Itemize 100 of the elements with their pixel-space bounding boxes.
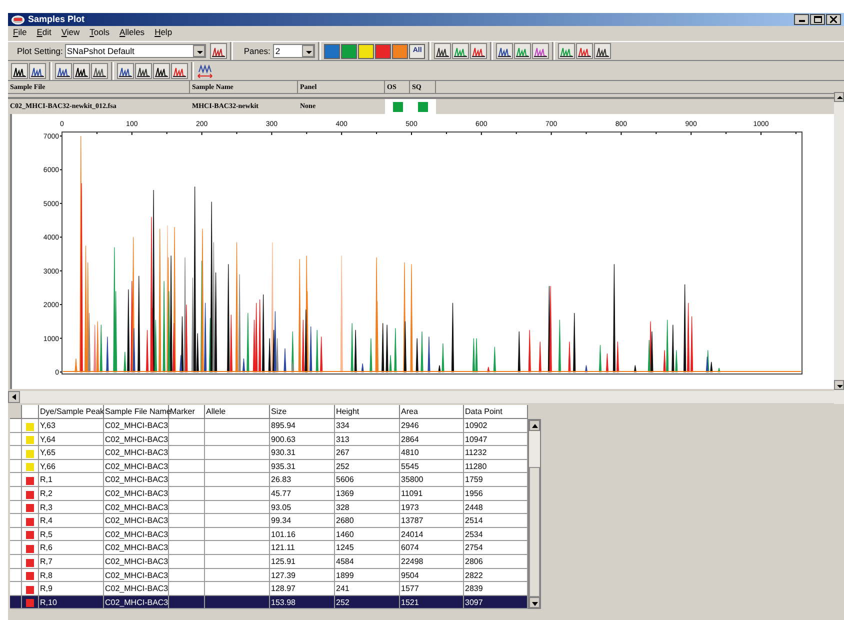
- table-cell: 11280: [465, 462, 487, 471]
- dye-color-button[interactable]: [324, 44, 340, 58]
- table-row[interactable]: R,7 C02_MHCI-BAC3 125.91 4584 22498 2806: [10, 554, 528, 569]
- table-row[interactable]: Y,65 C02_MHCI-BAC3 930.31 267 4810 11232: [10, 446, 528, 460]
- table-cell: R,9: [40, 584, 52, 594]
- table-cell: C02_MHCI-BAC3: [105, 462, 168, 471]
- table-cell: 935.31: [271, 462, 296, 471]
- table-cell: 9504: [401, 570, 419, 580]
- table-cell: C02_MHCI-BAC3: [105, 543, 168, 552]
- table-cell: 334: [336, 421, 350, 430]
- table-cell: 2864: [401, 434, 419, 444]
- table-row[interactable]: R,6 C02_MHCI-BAC3 121.11 1245 6074 2754: [10, 541, 528, 555]
- minimize-button[interactable]: [794, 14, 809, 25]
- menu-item[interactable]: Alleles: [120, 26, 145, 39]
- table-row[interactable]: Y,66 C02_MHCI-BAC3 935.31 252 5545 11280: [10, 460, 528, 474]
- table-cell: 2448: [465, 502, 483, 512]
- table-cell: 121.11: [271, 543, 295, 552]
- table-cell: 1577: [401, 584, 419, 594]
- peaks-icon[interactable]: [73, 62, 90, 78]
- table-cell: 101.16: [271, 530, 296, 539]
- table-cell: C02_MHCI-BAC3: [105, 570, 168, 580]
- table-cell: 10902: [465, 421, 488, 430]
- table-row[interactable]: R,5 C02_MHCI-BAC3 101.16 1460 24014 2534: [10, 528, 528, 542]
- table-cell: 252: [336, 462, 350, 471]
- table-cell: 2946: [401, 421, 419, 430]
- range-icon[interactable]: [197, 64, 213, 78]
- table-cell: C02_MHCI-BAC3: [105, 475, 168, 484]
- table-cell: Y,66: [40, 462, 56, 471]
- table-cell: R,5: [40, 530, 52, 539]
- plot-setting-dropdown[interactable]: SNaPshot Default: [64, 44, 206, 58]
- dye-color-button[interactable]: [392, 44, 408, 58]
- table-cell: 125.91: [271, 556, 296, 566]
- table-cell: 35800: [401, 475, 424, 484]
- table-cell: R,3: [40, 502, 52, 512]
- table-row[interactable]: R,10 C02_MHCI-BAC3 153.98 252 1521 3097: [10, 596, 528, 610]
- table-cell: 930.31: [271, 448, 296, 458]
- table-cell: R,1: [40, 475, 52, 484]
- column-header: Allele: [205, 405, 270, 418]
- table-cell: 1369: [336, 488, 354, 498]
- table-cell: R,6: [40, 543, 52, 552]
- column-header: Marker: [169, 405, 205, 418]
- table-cell: 2534: [465, 530, 483, 539]
- table-cell: R,8: [40, 570, 52, 580]
- table-row[interactable]: Y,64 C02_MHCI-BAC3 900.63 313 2864 10947: [10, 432, 528, 446]
- table-row[interactable]: R,8 C02_MHCI-BAC3 127.39 1899 9504 2822: [10, 568, 528, 582]
- table-cell: 241: [336, 584, 350, 594]
- table-cell: 11232: [465, 448, 487, 458]
- table-cell: 2754: [465, 543, 483, 552]
- table-cell: C02_MHCI-BAC3: [105, 516, 168, 526]
- menu-item[interactable]: View: [61, 26, 80, 39]
- maximize-button[interactable]: [810, 14, 825, 25]
- table-cell: 2806: [465, 556, 483, 566]
- table-cell: 13787: [401, 516, 424, 526]
- table-row[interactable]: R,4 C02_MHCI-BAC3 99.34 2680 13787 2514: [10, 514, 528, 528]
- table-row[interactable]: R,1 C02_MHCI-BAC3 26.83 5606 35800 1759: [10, 473, 528, 487]
- left-arrow-icon: [12, 394, 16, 400]
- table-cell: 93.05: [271, 502, 292, 512]
- table-cell: 5606: [336, 475, 354, 484]
- table-cell: 900.63: [271, 434, 296, 444]
- table-cell: C02_MHCI-BAC3: [105, 448, 168, 458]
- window-title: Samples Plot: [28, 12, 85, 26]
- table-cell: 895.94: [271, 421, 296, 430]
- close-button[interactable]: [826, 14, 841, 25]
- menu-item[interactable]: File: [13, 26, 27, 39]
- table-row[interactable]: R,2 C02_MHCI-BAC3 45.77 1369 11091 1956: [10, 486, 528, 501]
- maximize-icon: [814, 16, 822, 23]
- peaks-icon[interactable]: [55, 62, 72, 78]
- dye-color-button[interactable]: [341, 44, 358, 58]
- table-cell: 1245: [336, 543, 354, 552]
- panes-dropdown[interactable]: 2: [273, 44, 316, 58]
- column-header: Dye/Sample Peak: [39, 405, 104, 418]
- menu-item[interactable]: Edit: [36, 26, 52, 39]
- table-cell: R,7: [40, 556, 52, 566]
- menu-item[interactable]: Tools: [90, 26, 110, 39]
- table-scrollbar[interactable]: [528, 419, 541, 610]
- table-cell: 128.97: [271, 584, 296, 594]
- table-cell: Y,65: [40, 448, 56, 458]
- vertical-scrollbar[interactable]: [834, 92, 844, 404]
- table-cell: C02_MHCI-BAC3: [105, 502, 168, 512]
- menu-item[interactable]: Help: [154, 26, 172, 39]
- table-cell: 24014: [401, 530, 424, 539]
- table-cell: R,2: [40, 488, 52, 498]
- minimize-icon: [798, 20, 804, 22]
- horizontal-scrollbar[interactable]: [8, 391, 834, 403]
- dye-color-button[interactable]: [375, 44, 392, 58]
- table-cell: 127.39: [271, 570, 296, 580]
- peaks-icon[interactable]: [91, 62, 108, 78]
- table-row[interactable]: R,9 C02_MHCI-BAC3 128.97 241 1577 2839: [10, 582, 528, 596]
- table-cell: 2514: [465, 516, 483, 526]
- table-cell: R,4: [40, 516, 52, 526]
- table-cell: 22498: [401, 556, 424, 566]
- scroll-thumb[interactable]: [529, 467, 540, 598]
- scroll-left-button[interactable]: [8, 391, 20, 403]
- app-icon: [11, 14, 25, 24]
- dye-color-button[interactable]: [358, 44, 374, 58]
- table-row[interactable]: R,3 C02_MHCI-BAC3 93.05 328 1973 2448: [10, 500, 528, 514]
- table-row[interactable]: Y,63 C02_MHCI-BAC3 895.94 334 2946 10902: [10, 419, 528, 433]
- table-cell: C02_MHCI-BAC3: [105, 488, 168, 498]
- panes-label: Panes:: [244, 44, 270, 58]
- table-cell: C02_MHCI-BAC3: [105, 434, 168, 444]
